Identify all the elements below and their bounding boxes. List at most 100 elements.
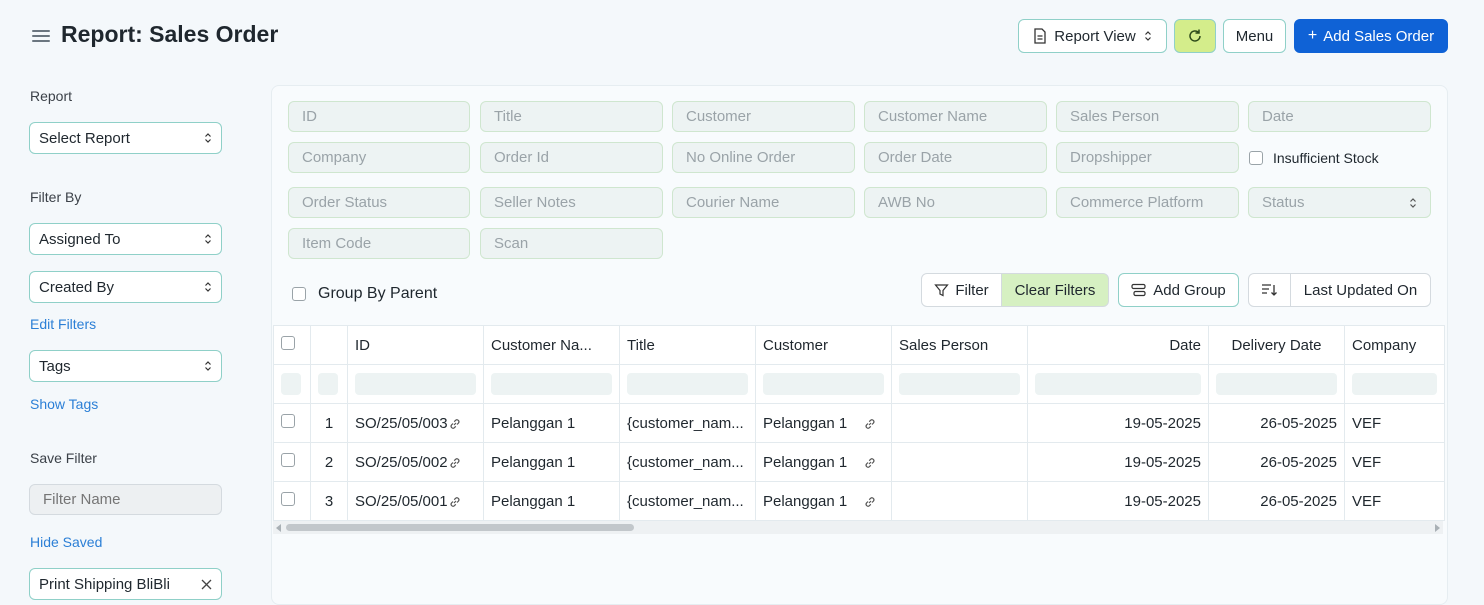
row-checkbox[interactable] — [281, 492, 295, 506]
link-icon[interactable] — [863, 417, 877, 431]
edit-filters-link[interactable]: Edit Filters — [30, 316, 96, 332]
filter-no-online-order[interactable]: No Online Order — [672, 142, 855, 173]
filter-dropshipper[interactable]: Dropshipper — [1056, 142, 1239, 173]
filter-order-status[interactable]: Order Status — [288, 187, 470, 218]
column-header-title[interactable]: Title — [619, 325, 756, 365]
table-row[interactable]: 2 SO/25/05/002 Pelanggan 1 {customer_nam… — [273, 442, 1445, 482]
assigned-to-dropdown[interactable]: Assigned To — [29, 223, 222, 255]
row-select-cell[interactable] — [273, 403, 311, 443]
filter-company[interactable]: Company — [288, 142, 470, 173]
table-row[interactable]: 3 SO/25/05/001 Pelanggan 1 {customer_nam… — [273, 481, 1445, 521]
filter-cell[interactable] — [619, 364, 756, 404]
filter-cell[interactable] — [347, 364, 484, 404]
link-icon[interactable] — [863, 456, 877, 470]
checkbox-box[interactable] — [1249, 151, 1263, 165]
id-cell[interactable]: SO/25/05/001 — [347, 481, 484, 521]
filter-awb-no[interactable]: AWB No — [864, 187, 1047, 218]
filter-item-code[interactable]: Item Code — [288, 228, 470, 259]
column-header-id[interactable]: ID — [347, 325, 484, 365]
filter-customer-name[interactable]: Customer Name — [864, 101, 1047, 132]
show-tags-link[interactable]: Show Tags — [30, 396, 98, 412]
tags-dropdown[interactable]: Tags — [29, 350, 222, 382]
customer-cell[interactable]: Pelanggan 1 — [755, 403, 892, 443]
filter-scan[interactable]: Scan — [480, 228, 663, 259]
sort-order-button[interactable] — [1248, 273, 1291, 307]
column-header-sales-person[interactable]: Sales Person — [891, 325, 1028, 365]
horizontal-scrollbar[interactable] — [273, 521, 1443, 534]
column-header-customer-name[interactable]: Customer Na... — [483, 325, 620, 365]
add-group-button[interactable]: Add Group — [1118, 273, 1239, 307]
id-value[interactable]: SO/25/05/002 — [355, 454, 448, 471]
row-select-cell[interactable] — [273, 442, 311, 482]
filter-name-input[interactable] — [29, 484, 222, 515]
add-sales-order-label: Add Sales Order — [1323, 27, 1435, 45]
id-value[interactable]: SO/25/05/003 — [355, 415, 448, 432]
filter-title[interactable]: Title — [480, 101, 663, 132]
refresh-button[interactable] — [1174, 19, 1216, 53]
report-view-button[interactable]: Report View — [1018, 19, 1167, 53]
column-header-customer[interactable]: Customer — [755, 325, 892, 365]
created-by-value: Created By — [39, 278, 115, 296]
scroll-left-arrow[interactable] — [276, 524, 281, 532]
hide-saved-link[interactable]: Hide Saved — [30, 534, 102, 550]
column-header-date[interactable]: Date — [1027, 325, 1209, 365]
customer-value[interactable]: Pelanggan 1 — [763, 454, 847, 471]
clear-filters-button[interactable]: Clear Filters — [1001, 273, 1109, 307]
row-checkbox[interactable] — [281, 414, 295, 428]
column-header-delivery-date[interactable]: Delivery Date — [1208, 325, 1345, 365]
filter-cell[interactable] — [1027, 364, 1209, 404]
customer-name-cell: Pelanggan 1 — [483, 481, 620, 521]
id-cell[interactable]: SO/25/05/002 — [347, 442, 484, 482]
company-cell: VEF — [1344, 442, 1445, 482]
row-select-cell[interactable] — [273, 481, 311, 521]
scrollbar-thumb[interactable] — [286, 524, 634, 531]
link-icon[interactable] — [863, 495, 877, 509]
filter-courier-name[interactable]: Courier Name — [672, 187, 855, 218]
select-report-dropdown[interactable]: Select Report — [29, 122, 222, 154]
id-cell[interactable]: SO/25/05/003 — [347, 403, 484, 443]
scroll-right-arrow[interactable] — [1435, 524, 1440, 532]
saved-filter-item[interactable]: Print Shipping BliBli — [29, 568, 222, 600]
row-number: 3 — [310, 481, 348, 521]
filter-order-date[interactable]: Order Date — [864, 142, 1047, 173]
filter-status-select[interactable]: Status — [1248, 187, 1431, 218]
column-header-company[interactable]: Company — [1344, 325, 1445, 365]
group-by-parent-checkbox[interactable]: Group By Parent — [292, 285, 437, 303]
filter-date[interactable]: Date — [1248, 101, 1431, 132]
filter-commerce-platform[interactable]: Commerce Platform — [1056, 187, 1239, 218]
insufficient-stock-checkbox[interactable]: Insufficient Stock — [1249, 150, 1379, 166]
close-icon[interactable] — [201, 579, 212, 590]
link-icon[interactable] — [448, 456, 462, 470]
filter-customer[interactable]: Customer — [672, 101, 855, 132]
filter-cell[interactable] — [483, 364, 620, 404]
add-sales-order-button[interactable]: + Add Sales Order — [1294, 19, 1448, 53]
filter-button[interactable]: Filter — [921, 273, 1002, 307]
sales-person-cell — [891, 442, 1028, 482]
link-icon[interactable] — [448, 495, 462, 509]
created-by-dropdown[interactable]: Created By — [29, 271, 222, 303]
table-row[interactable]: 1 SO/25/05/003 Pelanggan 1 {customer_nam… — [273, 403, 1445, 443]
sort-field-button[interactable]: Last Updated On — [1290, 273, 1431, 307]
customer-cell[interactable]: Pelanggan 1 — [755, 481, 892, 521]
hamburger-icon[interactable] — [32, 28, 50, 44]
menu-button[interactable]: Menu — [1223, 19, 1286, 53]
chevron-updown-icon — [1144, 31, 1151, 41]
customer-cell[interactable]: Pelanggan 1 — [755, 442, 892, 482]
customer-value[interactable]: Pelanggan 1 — [763, 415, 847, 432]
filter-cell[interactable] — [755, 364, 892, 404]
checkbox-box[interactable] — [292, 287, 306, 301]
filter-order-id[interactable]: Order Id — [480, 142, 663, 173]
id-value[interactable]: SO/25/05/001 — [355, 493, 448, 510]
link-icon[interactable] — [448, 417, 462, 431]
select-all-checkbox[interactable] — [281, 336, 295, 350]
filter-cell[interactable] — [891, 364, 1028, 404]
filter-sales-person[interactable]: Sales Person — [1056, 101, 1239, 132]
filter-cell[interactable] — [1208, 364, 1345, 404]
filter-seller-notes[interactable]: Seller Notes — [480, 187, 663, 218]
row-checkbox[interactable] — [281, 453, 295, 467]
customer-value[interactable]: Pelanggan 1 — [763, 493, 847, 510]
filter-cell[interactable] — [1344, 364, 1445, 404]
select-report-value: Select Report — [39, 129, 130, 147]
filter-id[interactable]: ID — [288, 101, 470, 132]
select-all-cell[interactable] — [273, 325, 311, 365]
